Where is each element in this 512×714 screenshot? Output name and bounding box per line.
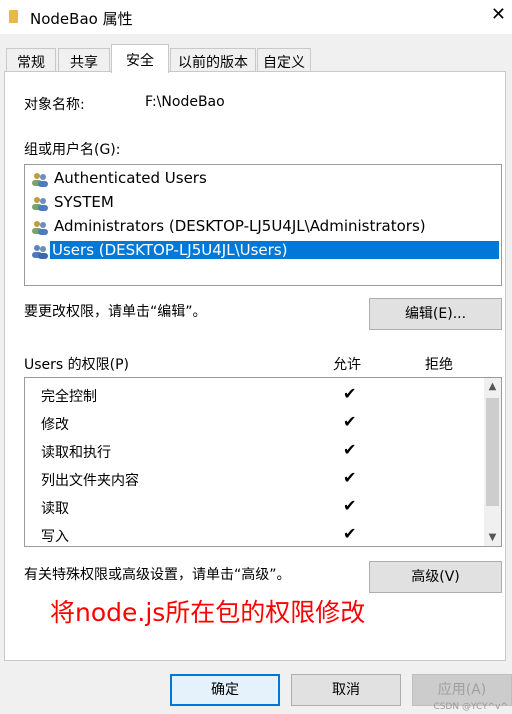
title-bar: NodeBao 属性 ✕ xyxy=(0,0,512,34)
folder-icon xyxy=(9,10,18,23)
scroll-down-icon[interactable]: ▼ xyxy=(484,529,501,546)
scrollbar[interactable]: ▲ ▼ xyxy=(484,378,501,546)
user-name: SYSTEM xyxy=(54,193,114,211)
deny-header: 拒绝 xyxy=(425,357,453,373)
permission-name: 读取和执行 xyxy=(41,445,111,461)
permissions-list: 完全控制 ✔ 修改 ✔ 读取和执行 ✔ 列出文件夹内容 ✔ 读取 ✔ 写入 ✔ … xyxy=(24,377,502,547)
user-name: Authenticated Users xyxy=(54,169,207,187)
permission-name: 写入 xyxy=(41,529,69,545)
tab-sharing[interactable]: 共享 xyxy=(58,48,110,72)
list-item[interactable]: SYSTEM xyxy=(29,192,499,214)
cancel-button[interactable]: 取消 xyxy=(291,674,401,706)
list-item[interactable]: Administrators (DESKTOP-LJ5U4JL\Administ… xyxy=(29,216,499,238)
table-row: 修改 ✔ xyxy=(25,410,480,438)
allow-header: 允许 xyxy=(333,357,361,373)
groups-label: 组或用户名(G): xyxy=(24,142,121,158)
permission-name: 修改 xyxy=(41,417,69,433)
table-row: 读取 ✔ xyxy=(25,494,480,522)
edit-button[interactable]: 编辑(E)... xyxy=(369,298,502,330)
allow-check-icon: ✔ xyxy=(343,496,357,515)
allow-check-icon: ✔ xyxy=(343,384,357,403)
tab-security[interactable]: 安全 xyxy=(111,44,169,73)
permission-name: 读取 xyxy=(41,501,69,517)
user-group-icon xyxy=(32,197,48,211)
tab-previous-versions[interactable]: 以前的版本 xyxy=(170,48,256,72)
permission-name: 列出文件夹内容 xyxy=(41,473,139,489)
window-title: NodeBao 属性 xyxy=(30,10,133,28)
watermark: CSDN @YCY^v^ xyxy=(433,702,508,712)
tab-customize[interactable]: 自定义 xyxy=(257,48,311,72)
object-name-label: 对象名称: xyxy=(24,97,85,113)
user-name: Administrators (DESKTOP-LJ5U4JL\Administ… xyxy=(54,217,426,235)
close-icon[interactable]: ✕ xyxy=(491,4,506,25)
tab-general[interactable]: 常规 xyxy=(6,48,56,72)
user-group-icon xyxy=(32,173,48,187)
allow-check-icon: ✔ xyxy=(343,412,357,431)
allow-check-icon: ✔ xyxy=(343,440,357,459)
scroll-thumb[interactable] xyxy=(486,398,499,506)
change-permissions-hint: 要更改权限，请单击“编辑”。 xyxy=(24,304,207,320)
table-row: 写入 ✔ xyxy=(25,522,480,546)
table-row: 完全控制 ✔ xyxy=(25,382,480,410)
ok-button[interactable]: 确定 xyxy=(170,674,280,706)
security-panel: 对象名称: F:\NodeBao 组或用户名(G): Authenticated… xyxy=(4,71,506,661)
allow-check-icon: ✔ xyxy=(343,468,357,487)
list-item-selected[interactable]: Users (DESKTOP-LJ5U4JL\Users) xyxy=(29,240,499,262)
table-row: 列出文件夹内容 ✔ xyxy=(25,466,480,494)
permission-name: 完全控制 xyxy=(41,389,97,405)
table-row: 读取和执行 ✔ xyxy=(25,438,480,466)
annotation-text: 将node.js所在包的权限修改 xyxy=(50,598,366,627)
scroll-up-icon[interactable]: ▲ xyxy=(484,378,501,395)
user-group-icon xyxy=(32,245,48,259)
user-group-icon xyxy=(32,221,48,235)
permissions-title: Users 的权限(P) xyxy=(24,357,130,373)
user-name: Users (DESKTOP-LJ5U4JL\Users) xyxy=(50,241,499,259)
object-name-value: F:\NodeBao xyxy=(145,94,225,110)
list-item[interactable]: Authenticated Users xyxy=(29,168,499,190)
advanced-button[interactable]: 高级(V) xyxy=(369,561,502,593)
allow-check-icon: ✔ xyxy=(343,524,357,543)
users-listbox[interactable]: Authenticated Users SYSTEM Administrator… xyxy=(24,164,502,286)
advanced-hint: 有关特殊权限或高级设置，请单击“高级”。 xyxy=(24,567,291,583)
